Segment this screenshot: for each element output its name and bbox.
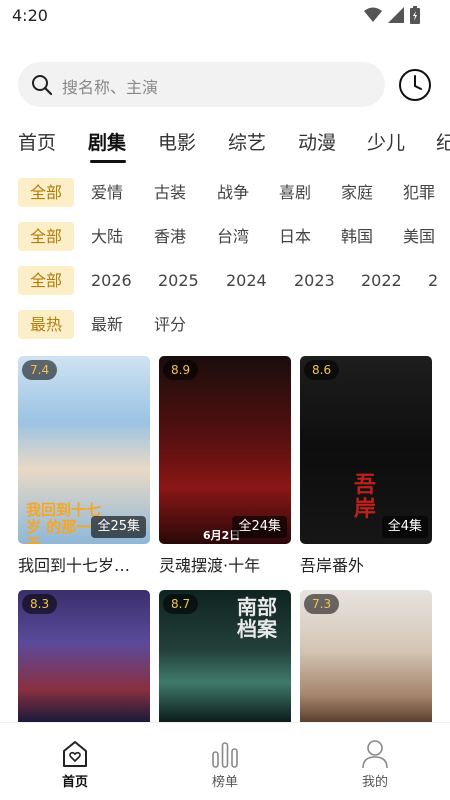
chip-genre[interactable]: 家庭 <box>341 178 373 207</box>
tab-home[interactable]: 首页 <box>18 128 56 155</box>
video-card[interactable]: 6月2日 8.9 全24集 灵魂摆渡·十年 <box>159 356 291 575</box>
video-card[interactable]: 8.3 <box>18 590 150 722</box>
nav-mine[interactable]: 我的 <box>335 739 415 790</box>
chip-genre[interactable]: 喜剧 <box>279 178 311 207</box>
rating-badge: 7.4 <box>22 360 58 380</box>
history-clock-icon[interactable] <box>398 68 432 102</box>
tab-documentary[interactable]: 纪 <box>436 128 450 155</box>
filter-row-genre: 全部 爱情 古装 战争 喜剧 家庭 犯罪 <box>18 178 450 208</box>
poster-image: 8.3 <box>18 590 150 722</box>
category-tabs: 首页 剧集 电影 综艺 动漫 少儿 纪 <box>18 128 450 164</box>
tab-movies[interactable]: 电影 <box>158 128 196 155</box>
status-bar: 4:20 <box>0 0 450 32</box>
chip-region[interactable]: 台湾 <box>217 222 249 251</box>
chip-genre-all[interactable]: 全部 <box>18 178 74 207</box>
battery-icon <box>410 6 420 24</box>
chip-region[interactable]: 大陆 <box>91 222 123 251</box>
chip-region[interactable]: 美国 <box>403 222 435 251</box>
chip-region[interactable]: 韩国 <box>341 222 373 251</box>
chip-year[interactable]: 2024 <box>226 266 267 295</box>
tab-kids[interactable]: 少儿 <box>367 128 405 155</box>
poster-image: 7.3 <box>300 590 432 722</box>
card-title: 吾岸番外 <box>300 556 365 575</box>
chip-region-all[interactable]: 全部 <box>18 222 74 251</box>
video-card[interactable]: 7.3 <box>300 590 432 722</box>
nav-home[interactable]: 首页 <box>35 739 115 790</box>
chip-year[interactable]: 2025 <box>158 266 199 295</box>
chip-genre[interactable]: 爱情 <box>91 178 123 207</box>
chip-sort-newest[interactable]: 最新 <box>91 310 123 339</box>
nav-ranking[interactable]: 榜单 <box>185 739 265 790</box>
nav-ranking-label: 榜单 <box>211 775 238 790</box>
nav-mine-label: 我的 <box>361 775 388 790</box>
search-placeholder: 搜名称、主演 <box>62 78 159 97</box>
chip-genre[interactable]: 战争 <box>217 178 249 207</box>
chip-year[interactable]: 2023 <box>294 266 335 295</box>
episode-count-badge: 全24集 <box>232 516 287 538</box>
video-card[interactable]: 南部档案 8.7 <box>159 590 291 722</box>
rating-badge: 8.9 <box>163 360 199 380</box>
search-input[interactable]: 搜名称、主演 <box>18 62 385 107</box>
poster-image: 我回到十七岁 的那一天 7.4 全25集 <box>18 356 150 544</box>
tab-variety[interactable]: 综艺 <box>228 128 266 155</box>
chip-sort-rating[interactable]: 评分 <box>154 310 186 339</box>
status-time: 4:20 <box>12 6 48 25</box>
rating-badge: 8.7 <box>163 594 199 614</box>
chip-genre[interactable]: 犯罪 <box>403 178 435 207</box>
chip-year[interactable]: 2022 <box>361 266 402 295</box>
signal-icon <box>388 7 404 23</box>
video-card[interactable]: 吾岸 8.6 全4集 吾岸番外 <box>300 356 432 575</box>
chip-year[interactable]: 2 <box>428 266 438 295</box>
search-icon <box>32 75 53 96</box>
card-title: 我回到十七岁… <box>18 556 131 575</box>
search-row: 搜名称、主演 <box>18 62 432 108</box>
card-title: 灵魂摆渡·十年 <box>159 556 261 575</box>
chip-year-all[interactable]: 全部 <box>18 266 74 295</box>
filter-row-year: 全部 2026 2025 2024 2023 2022 2 <box>18 266 450 296</box>
bottom-nav: 首页 榜单 我的 <box>0 722 450 800</box>
tab-active-indicator <box>90 160 126 163</box>
wifi-icon <box>364 7 382 22</box>
rating-badge: 8.6 <box>304 360 340 380</box>
poster-image: 吾岸 8.6 全4集 <box>300 356 432 544</box>
poster-image: 6月2日 8.9 全24集 <box>159 356 291 544</box>
rating-badge: 8.3 <box>22 594 58 614</box>
video-card[interactable]: 我回到十七岁 的那一天 7.4 全25集 我回到十七岁… <box>18 356 150 575</box>
bar-chart-icon <box>212 742 238 768</box>
poster-overlay-text: 吾岸 <box>354 473 377 522</box>
poster-overlay-text: 南部档案 <box>237 595 277 641</box>
tab-series[interactable]: 剧集 <box>88 128 126 155</box>
user-icon <box>362 740 388 769</box>
chip-region[interactable]: 香港 <box>154 222 186 251</box>
filter-row-sort: 最热 最新 评分 <box>18 310 450 340</box>
nav-home-label: 首页 <box>61 775 88 790</box>
episode-count-badge: 全4集 <box>381 516 428 538</box>
home-icon <box>63 741 87 767</box>
chip-region[interactable]: 日本 <box>279 222 311 251</box>
status-icons <box>364 6 420 24</box>
chip-year[interactable]: 2026 <box>91 266 132 295</box>
chip-genre[interactable]: 古装 <box>154 178 186 207</box>
chip-sort-hot[interactable]: 最热 <box>18 310 74 339</box>
tab-anime[interactable]: 动漫 <box>298 128 336 155</box>
filter-row-region: 全部 大陆 香港 台湾 日本 韩国 美国 <box>18 222 450 252</box>
rating-badge: 7.3 <box>304 594 340 614</box>
episode-count-badge: 全25集 <box>91 516 146 538</box>
poster-image: 南部档案 8.7 <box>159 590 291 722</box>
